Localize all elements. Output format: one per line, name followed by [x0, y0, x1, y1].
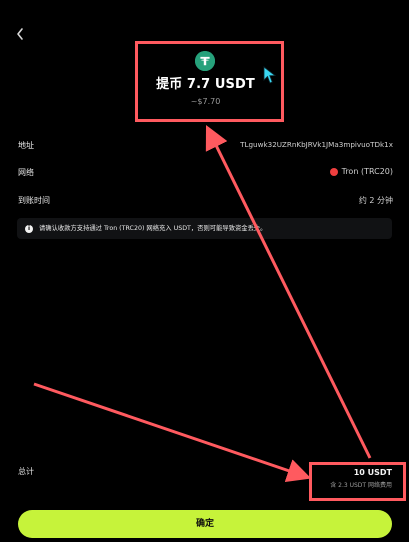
tron-network-icon	[329, 168, 338, 176]
total-label: 总计	[18, 467, 34, 476]
network-name: Tron (TRC20)	[341, 167, 393, 176]
page-subtitle: ~$7.70	[190, 97, 221, 106]
total-value: 10 USDT	[353, 468, 392, 477]
mouse-cursor-icon	[263, 66, 277, 84]
warning-notice: i 请确认收款方支持通过 Tron (TRC20) 网络充入 USDT，否则可能…	[17, 218, 392, 239]
network-fee-note: 含 2.3 USDT 网络费用	[330, 482, 392, 489]
usdt-token-icon	[195, 51, 215, 71]
arrival-time-label: 到账时间	[18, 196, 50, 205]
address-value: TLguwk32UZRnKbJRVk1JMa3mpivuoTDk1x	[240, 140, 393, 149]
back-arrow-icon[interactable]	[14, 26, 28, 44]
network-label: 网络	[18, 168, 34, 177]
info-icon: i	[25, 224, 33, 233]
network-value: Tron (TRC20)	[293, 167, 393, 177]
confirm-button[interactable]: 确定	[18, 510, 392, 538]
arrival-time-value: 约 2 分钟	[358, 196, 393, 205]
page-title: 提币 7.7 USDT	[156, 77, 255, 92]
address-label: 地址	[18, 141, 34, 150]
notice-text: 请确认收款方支持通过 Tron (TRC20) 网络充入 USDT，否则可能导致…	[39, 224, 267, 232]
